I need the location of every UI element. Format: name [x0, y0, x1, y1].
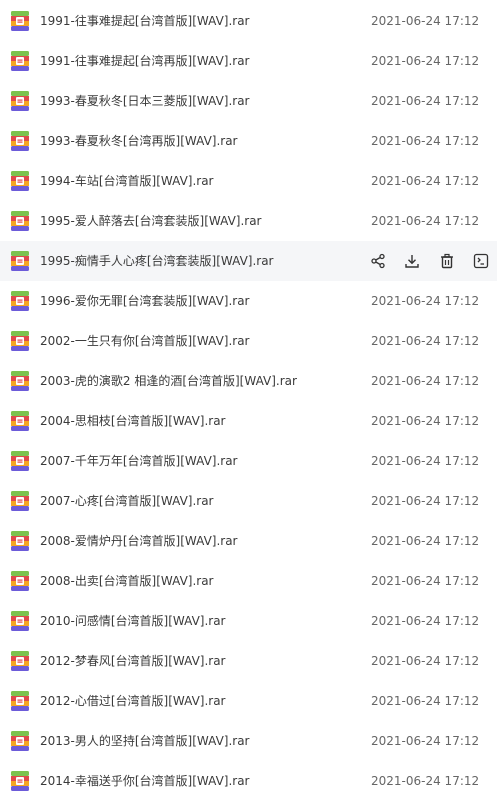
- file-modified-date: 2021-06-24 17:12: [371, 174, 480, 188]
- file-row[interactable]: 2007-心疼[台湾首版][WAV].rar 2021-06-24 17:12: [0, 481, 497, 521]
- file-row[interactable]: 1991-往事难提起[台湾首版][WAV].rar 2021-06-24 17:1…: [0, 1, 497, 41]
- file-row[interactable]: 2013-男人的坚持[台湾首版][WAV].rar 2021-06-24 17:1…: [0, 721, 497, 761]
- file-name[interactable]: 1991-往事难提起[台湾首版][WAV].rar: [40, 1, 250, 41]
- file-modified-date: 2021-06-24 17:12: [371, 414, 480, 428]
- rar-archive-icon: [11, 451, 29, 471]
- file-name[interactable]: 2012-心借过[台湾首版][WAV].rar: [40, 681, 226, 721]
- file-modified-date: 2021-06-24 17:12: [371, 574, 480, 588]
- file-name[interactable]: 2007-心疼[台湾首版][WAV].rar: [40, 481, 214, 521]
- rar-archive-icon: [11, 291, 29, 311]
- file-name[interactable]: 2003-虎的演歌2 相逢的酒[台湾首版][WAV].rar: [40, 361, 297, 401]
- file-modified-date: 2021-06-24 17:12: [371, 654, 480, 668]
- trash-icon[interactable]: [439, 253, 455, 269]
- file-name[interactable]: 2007-千年万年[台湾首版][WAV].rar: [40, 441, 238, 481]
- file-modified-date: 2021-06-24 17:12: [371, 334, 480, 348]
- file-row[interactable]: 2008-爱情炉丹[台湾首版][WAV].rar 2021-06-24 17:12: [0, 521, 497, 561]
- rar-archive-icon: [11, 51, 29, 71]
- file-name[interactable]: 2008-出卖[台湾首版][WAV].rar: [40, 561, 214, 601]
- file-row[interactable]: 2003-虎的演歌2 相逢的酒[台湾首版][WAV].rar 2021-06-24…: [0, 361, 497, 401]
- file-modified-date: 2021-06-24 17:12: [371, 214, 480, 228]
- file-row[interactable]: 2007-千年万年[台湾首版][WAV].rar 2021-06-24 17:12: [0, 441, 497, 481]
- rar-archive-icon: [11, 531, 29, 551]
- rar-archive-icon: [11, 571, 29, 591]
- file-name[interactable]: 1993-春夏秋冬[日本三菱版][WAV].rar: [40, 81, 250, 121]
- rar-archive-icon: [11, 251, 29, 271]
- file-name[interactable]: 1991-往事难提起[台湾再版][WAV].rar: [40, 41, 250, 81]
- row-actions: [368, 241, 494, 281]
- file-modified-date: 2021-06-24 17:12: [371, 534, 480, 548]
- terminal-icon[interactable]: [473, 253, 489, 269]
- file-modified-date: 2021-06-24 17:12: [371, 694, 480, 708]
- rar-archive-icon: [11, 491, 29, 511]
- rar-archive-icon: [11, 411, 29, 431]
- file-name[interactable]: 1994-车站[台湾首版][WAV].rar: [40, 161, 214, 201]
- file-modified-date: 2021-06-24 17:12: [371, 294, 480, 308]
- file-name[interactable]: 2014-幸福送乎你[台湾首版][WAV].rar: [40, 761, 250, 798]
- rar-archive-icon: [11, 371, 29, 391]
- rar-archive-icon: [11, 651, 29, 671]
- file-row[interactable]: 2010-问感情[台湾首版][WAV].rar 2021-06-24 17:12: [0, 601, 497, 641]
- file-name[interactable]: 2012-梦春风[台湾首版][WAV].rar: [40, 641, 226, 681]
- file-row[interactable]: 1993-春夏秋冬[日本三菱版][WAV].rar 2021-06-24 17:1…: [0, 81, 497, 121]
- file-name[interactable]: 2008-爱情炉丹[台湾首版][WAV].rar: [40, 521, 238, 561]
- file-name[interactable]: 1996-爱你无罪[台湾套装版][WAV].rar: [40, 281, 250, 321]
- file-row[interactable]: 2002-一生只有你[台湾首版][WAV].rar 2021-06-24 17:1…: [0, 321, 497, 361]
- file-modified-date: 2021-06-24 17:12: [371, 454, 480, 468]
- rar-archive-icon: [11, 11, 29, 31]
- file-modified-date: 2021-06-24 17:12: [371, 374, 480, 388]
- rar-archive-icon: [11, 611, 29, 631]
- file-modified-date: 2021-06-24 17:12: [371, 134, 480, 148]
- file-name[interactable]: 1995-痴情手人心疼[台湾套装版][WAV].rar: [40, 241, 274, 281]
- rar-archive-icon: [11, 771, 29, 791]
- rar-archive-icon: [11, 131, 29, 151]
- file-modified-date: 2021-06-24 17:12: [371, 54, 480, 68]
- rar-archive-icon: [11, 691, 29, 711]
- file-name[interactable]: 2013-男人的坚持[台湾首版][WAV].rar: [40, 721, 250, 761]
- file-modified-date: 2021-06-24 17:12: [371, 774, 480, 788]
- rar-archive-icon: [11, 331, 29, 351]
- file-modified-date: 2021-06-24 17:12: [371, 14, 480, 28]
- file-name[interactable]: 2004-思相枝[台湾首版][WAV].rar: [40, 401, 226, 441]
- rar-archive-icon: [11, 91, 29, 111]
- file-name[interactable]: 2010-问感情[台湾首版][WAV].rar: [40, 601, 226, 641]
- file-row[interactable]: 2012-梦春风[台湾首版][WAV].rar 2021-06-24 17:12: [0, 641, 497, 681]
- file-row[interactable]: 2008-出卖[台湾首版][WAV].rar 2021-06-24 17:12: [0, 561, 497, 601]
- rar-archive-icon: [11, 171, 29, 191]
- file-name[interactable]: 2002-一生只有你[台湾首版][WAV].rar: [40, 321, 250, 361]
- file-row[interactable]: 1993-春夏秋冬[台湾再版][WAV].rar 2021-06-24 17:12: [0, 121, 497, 161]
- file-modified-date: 2021-06-24 17:12: [371, 734, 480, 748]
- file-row[interactable]: 2004-思相枝[台湾首版][WAV].rar 2021-06-24 17:12: [0, 401, 497, 441]
- file-modified-date: 2021-06-24 17:12: [371, 494, 480, 508]
- share-icon[interactable]: [370, 253, 386, 269]
- file-row[interactable]: 1995-痴情手人心疼[台湾套装版][WAV].rar: [0, 241, 497, 281]
- file-list: 1991-往事难提起[台湾首版][WAV].rar 2021-06-24 17:1…: [0, 0, 497, 798]
- file-name[interactable]: 1995-爱人醉落去[台湾套装版][WAV].rar: [40, 201, 262, 241]
- file-row[interactable]: 1996-爱你无罪[台湾套装版][WAV].rar 2021-06-24 17:1…: [0, 281, 497, 321]
- rar-archive-icon: [11, 731, 29, 751]
- file-row[interactable]: 2012-心借过[台湾首版][WAV].rar 2021-06-24 17:12: [0, 681, 497, 721]
- file-name[interactable]: 1993-春夏秋冬[台湾再版][WAV].rar: [40, 121, 238, 161]
- file-row[interactable]: 1994-车站[台湾首版][WAV].rar 2021-06-24 17:12: [0, 161, 497, 201]
- file-modified-date: 2021-06-24 17:12: [371, 614, 480, 628]
- file-row[interactable]: 1991-往事难提起[台湾再版][WAV].rar 2021-06-24 17:1…: [0, 41, 497, 81]
- download-icon[interactable]: [404, 253, 420, 269]
- file-modified-date: 2021-06-24 17:12: [371, 94, 480, 108]
- file-row[interactable]: 2014-幸福送乎你[台湾首版][WAV].rar 2021-06-24 17:1…: [0, 761, 497, 798]
- rar-archive-icon: [11, 211, 29, 231]
- file-row[interactable]: 1995-爱人醉落去[台湾套装版][WAV].rar 2021-06-24 17:…: [0, 201, 497, 241]
